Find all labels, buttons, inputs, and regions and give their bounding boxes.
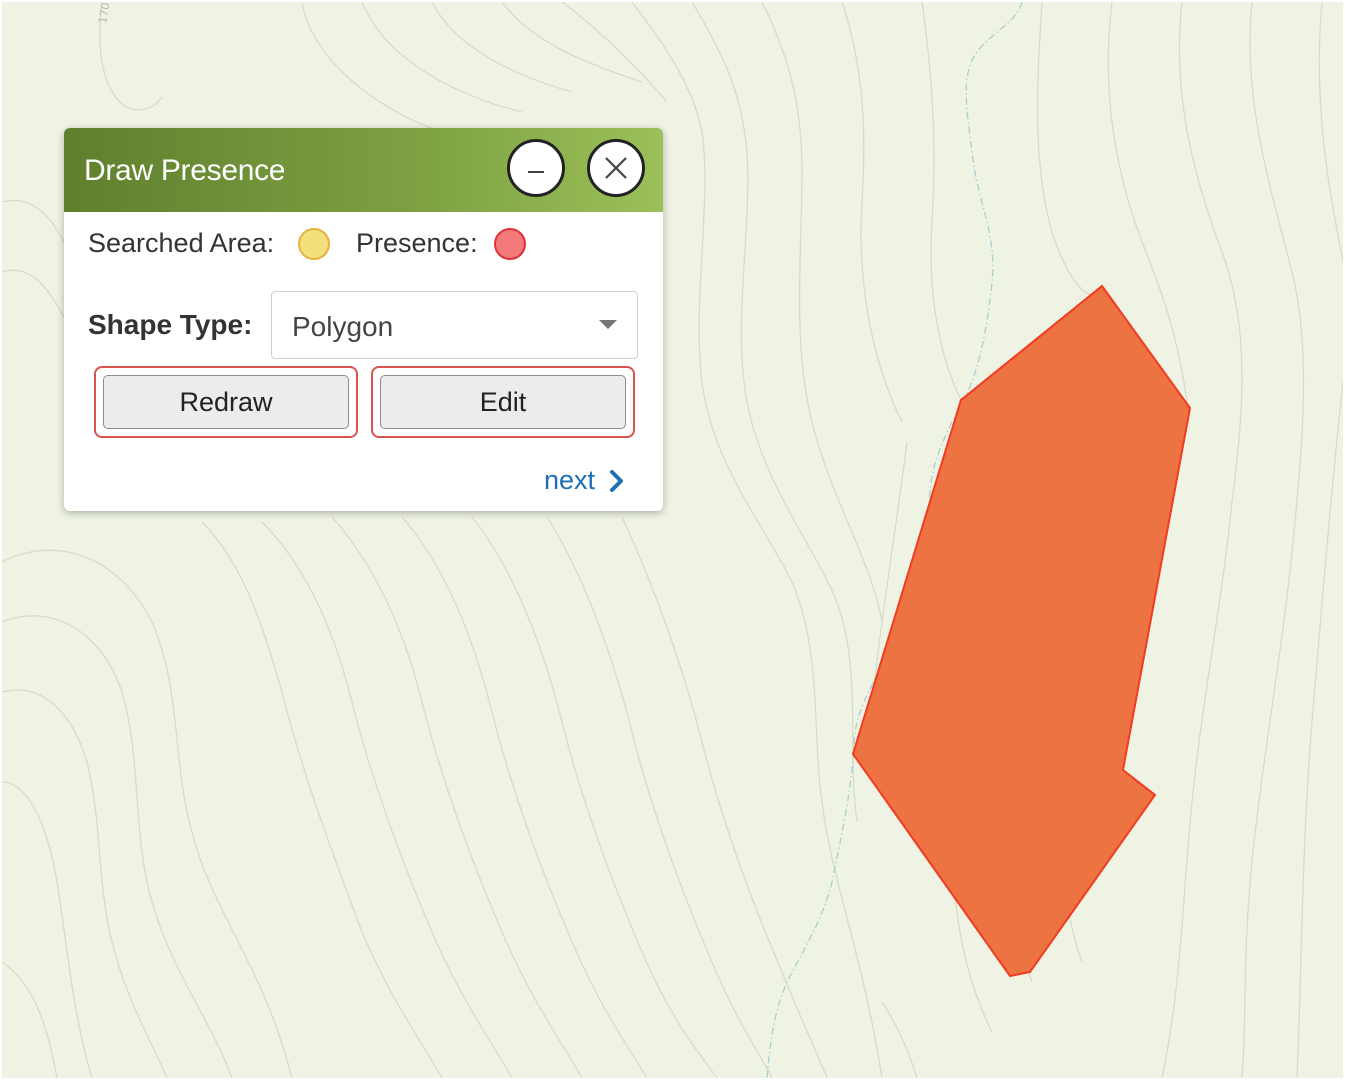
contour-label: 1700	[96, 2, 114, 25]
redraw-highlight: Redraw	[94, 366, 358, 438]
close-button[interactable]	[587, 139, 645, 197]
panel-title: Draw Presence	[84, 154, 286, 187]
presence-polygon[interactable]	[851, 284, 1192, 978]
searched-area-label: Searched Area:	[88, 228, 275, 258]
panel-header: Draw Presence	[64, 128, 663, 212]
chevron-right-icon	[610, 469, 624, 492]
edit-button[interactable]: Edit	[380, 375, 626, 429]
presence-label: Presence:	[356, 228, 478, 258]
minimize-button[interactable]	[507, 139, 565, 197]
shape-type-label: Shape Type:	[88, 309, 253, 340]
next-link[interactable]: next	[544, 465, 625, 496]
close-icon	[605, 157, 627, 179]
chevron-down-icon	[599, 320, 617, 329]
edit-highlight: Edit	[371, 366, 635, 438]
searched-area-swatch	[298, 228, 330, 260]
shape-type-select[interactable]: Polygon	[271, 291, 638, 359]
redraw-button[interactable]: Redraw	[103, 375, 349, 429]
minus-icon	[528, 171, 544, 173]
shape-type-value: Polygon	[292, 311, 394, 342]
presence-swatch	[494, 228, 526, 260]
next-label: next	[544, 465, 596, 495]
draw-presence-panel: Draw Presence Searched Area: Presence: S…	[64, 128, 663, 511]
